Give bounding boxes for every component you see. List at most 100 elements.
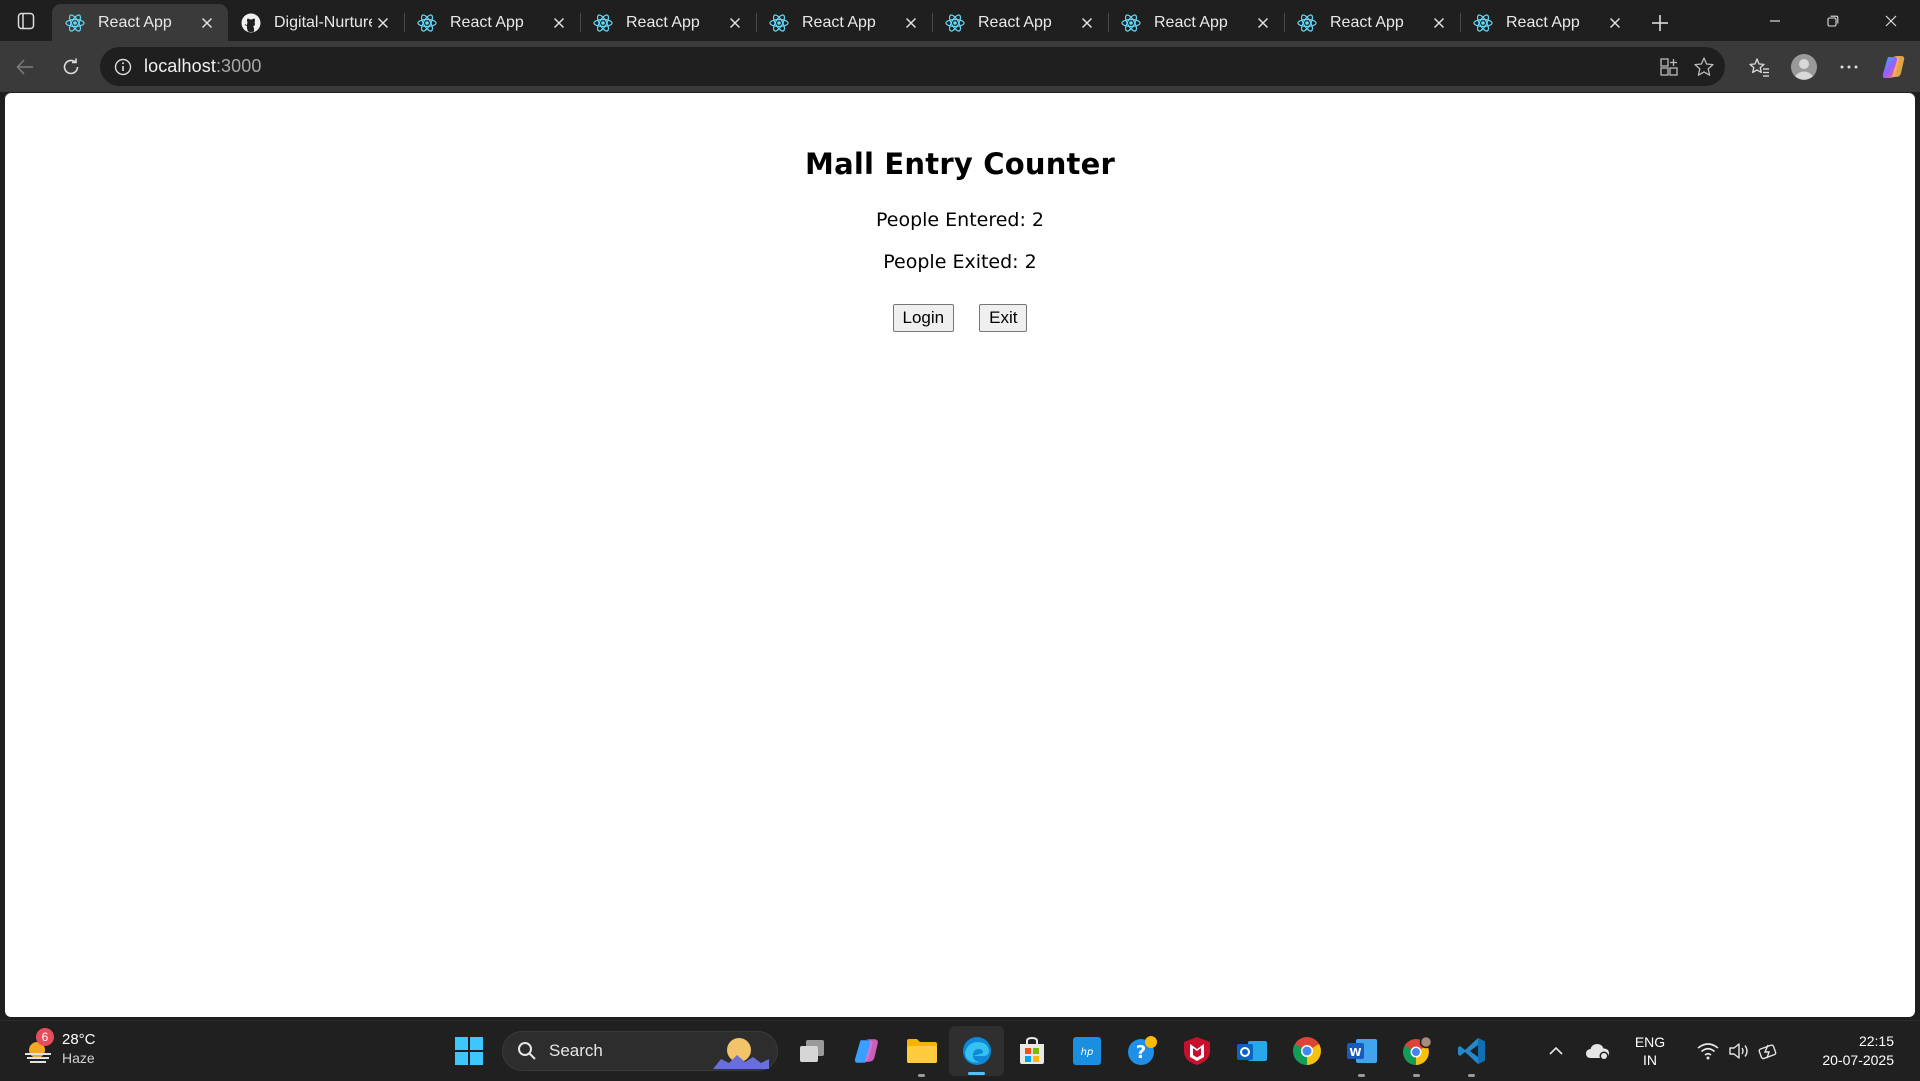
task-view-button[interactable]	[784, 1021, 839, 1081]
address-url[interactable]: localhost:3000	[144, 56, 262, 77]
weather-widget[interactable]: 6 28°C Haze	[22, 1028, 96, 1067]
react-icon	[1472, 12, 1494, 34]
tab-9[interactable]: React App	[1460, 4, 1636, 41]
react-icon	[1296, 12, 1318, 34]
start-button[interactable]	[441, 1021, 496, 1081]
lang-line1: ENG	[1634, 1034, 1666, 1050]
favorites-button[interactable]	[1736, 47, 1781, 87]
tab-title: React App	[802, 13, 876, 31]
copilot-app-icon	[854, 1039, 878, 1063]
address-bar-actions	[1659, 47, 1715, 86]
vscode-button[interactable]	[1444, 1021, 1499, 1081]
wifi-button[interactable]	[1692, 1042, 1724, 1060]
tab-close-icon[interactable]	[372, 12, 394, 34]
chevron-up-icon	[1549, 1046, 1563, 1055]
minimize-button[interactable]	[1746, 0, 1804, 41]
copilot-icon	[1882, 55, 1904, 78]
tab-close-icon[interactable]	[1252, 12, 1274, 34]
login-button[interactable]: Login	[892, 304, 955, 332]
chrome-button[interactable]	[1279, 1021, 1334, 1081]
restore-button[interactable]	[1804, 0, 1862, 41]
tab-8[interactable]: React App	[1284, 4, 1460, 41]
back-button[interactable]	[2, 47, 48, 87]
address-port: :3000	[215, 56, 262, 76]
app-available-icon[interactable]	[1659, 57, 1679, 77]
input-language-indicator[interactable]: ENG IN	[1620, 1033, 1680, 1069]
tab-close-icon[interactable]	[724, 12, 746, 34]
clock[interactable]: 22:15 20-07-2025	[1798, 1032, 1894, 1070]
people-entered-text: People Entered: 2	[875, 209, 1045, 231]
tab-title: React App	[978, 13, 1052, 31]
tab-title: Digital-Nurture	[274, 13, 372, 31]
volume-button[interactable]	[1724, 1042, 1754, 1060]
mcafee-button[interactable]	[1169, 1021, 1224, 1081]
search-label: Search	[549, 1041, 603, 1060]
task-view-icon	[799, 1040, 824, 1062]
word-button[interactable]: W	[1334, 1021, 1389, 1081]
tab-close-icon[interactable]	[1428, 12, 1450, 34]
page-viewport: Mall Entry Counter People Entered: 2 Peo…	[5, 93, 1915, 1017]
tab-close-icon[interactable]	[1076, 12, 1098, 34]
favorite-star-icon[interactable]	[1693, 56, 1715, 78]
edge-button[interactable]	[949, 1026, 1004, 1076]
outlook-button[interactable]	[1224, 1021, 1279, 1081]
tab-close-icon[interactable]	[548, 12, 570, 34]
settings-more-button[interactable]	[1826, 47, 1871, 87]
tab-5[interactable]: React App	[756, 4, 932, 41]
tab-close-icon[interactable]	[900, 12, 922, 34]
weather-haze-icon: 6	[22, 1028, 56, 1066]
close-window-button[interactable]	[1862, 0, 1920, 41]
svg-text:?: ?	[1135, 1042, 1145, 1063]
tab-title: React App	[626, 13, 700, 31]
outlook-icon	[1236, 1041, 1267, 1061]
more-dots-icon	[1840, 65, 1857, 68]
windows-logo-icon	[454, 1037, 483, 1065]
restore-icon	[1827, 15, 1839, 27]
onedrive-button[interactable]	[1576, 1041, 1620, 1061]
window-controls	[1746, 0, 1920, 41]
address-host: localhost	[144, 56, 216, 76]
clock-date: 20-07-2025	[1822, 1052, 1894, 1068]
tab-2[interactable]: Digital-Nurture	[228, 4, 404, 41]
speaker-icon	[1729, 1043, 1748, 1059]
tab-4[interactable]: React App	[580, 4, 756, 41]
system-tray: ENG IN 22:15 20-07-2025	[1536, 1021, 1920, 1081]
running-indicator	[1358, 1074, 1365, 1077]
tab-7[interactable]: React App	[1108, 4, 1284, 41]
button-row: Login Exit	[5, 304, 1915, 332]
copilot-button[interactable]	[1871, 47, 1916, 87]
battery-button[interactable]	[1754, 1042, 1784, 1060]
show-hidden-icons-button[interactable]	[1536, 1043, 1576, 1059]
back-arrow-icon	[16, 58, 33, 75]
vscode-icon	[1457, 1038, 1485, 1064]
site-info-icon[interactable]	[114, 58, 132, 76]
address-bar[interactable]: localhost:3000	[100, 47, 1725, 86]
get-help-button[interactable]: ?	[1114, 1021, 1169, 1081]
mcafee-shield-icon	[1183, 1037, 1210, 1065]
tab-1[interactable]: React App	[52, 4, 228, 41]
edge-icon	[962, 1037, 991, 1065]
chrome-icon	[1292, 1037, 1321, 1065]
tab-6[interactable]: React App	[932, 4, 1108, 41]
tab-close-icon[interactable]	[1604, 12, 1626, 34]
tab-actions-button[interactable]	[0, 0, 52, 41]
new-tab-button[interactable]	[1640, 4, 1680, 41]
running-indicator	[918, 1074, 925, 1077]
ms-store-button[interactable]	[1004, 1021, 1059, 1081]
myhp-button[interactable]: hp	[1059, 1021, 1114, 1081]
taskbar-search[interactable]: Search	[502, 1031, 778, 1071]
people-exited-text: People Exited: 2	[883, 251, 1037, 273]
file-explorer-button[interactable]	[894, 1021, 949, 1081]
copilot-taskbar-button[interactable]	[839, 1021, 894, 1081]
tab-close-icon[interactable]	[196, 12, 218, 34]
react-icon	[592, 12, 614, 34]
tab-3[interactable]: React App	[404, 4, 580, 41]
profile-button[interactable]	[1781, 47, 1826, 87]
react-icon	[64, 12, 86, 34]
chrome-profile-button[interactable]	[1389, 1021, 1444, 1081]
weather-temp: 28°C	[62, 1031, 96, 1048]
search-highlight-icon	[713, 1038, 769, 1069]
exit-button[interactable]: Exit	[979, 304, 1028, 332]
refresh-button[interactable]	[48, 47, 94, 87]
chrome-profile-icon	[1402, 1035, 1432, 1065]
